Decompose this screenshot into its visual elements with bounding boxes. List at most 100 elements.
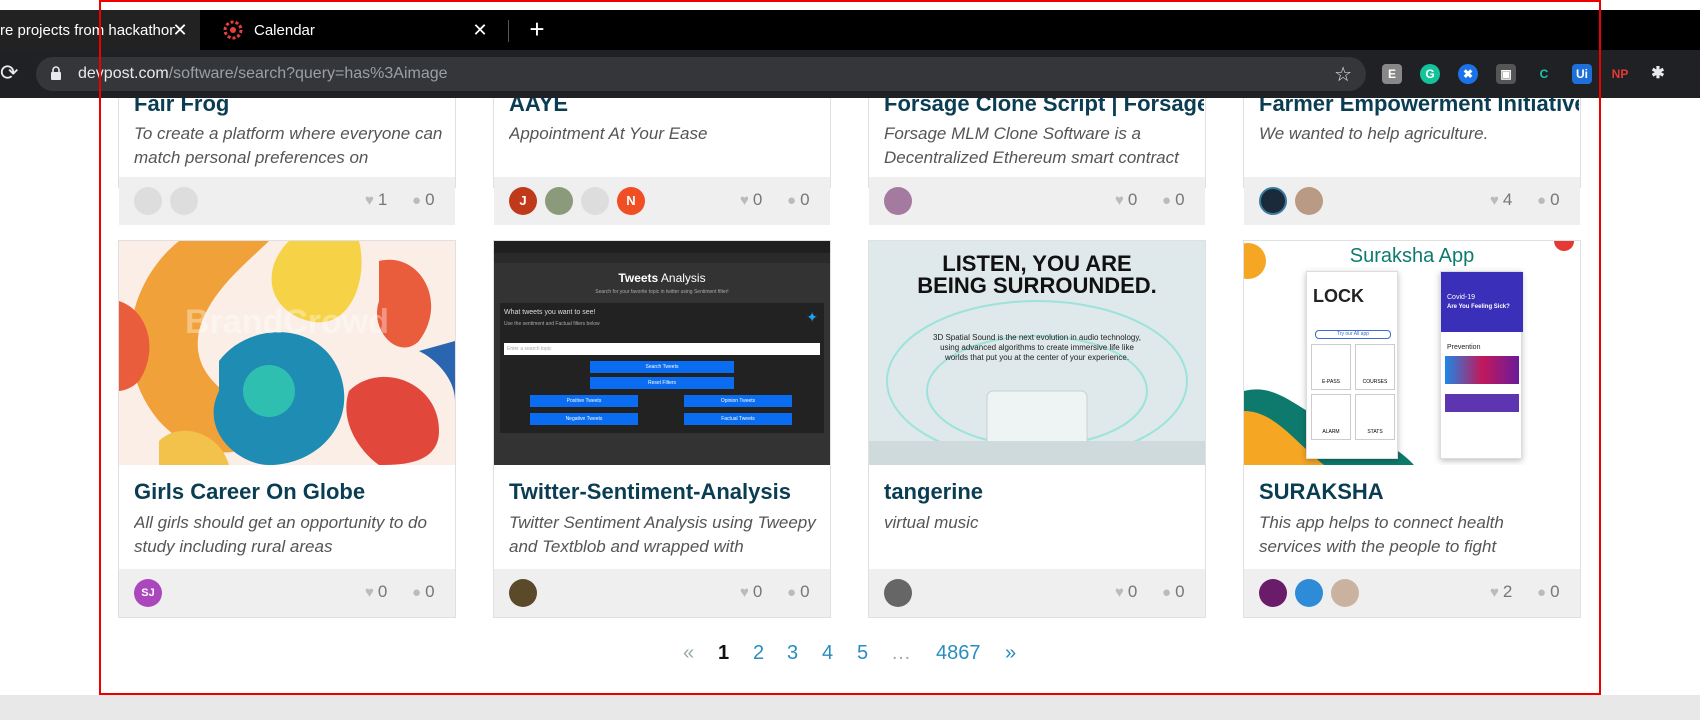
page-link-current[interactable]: 1 [718,642,729,665]
app-tile: ALARM [1311,394,1351,440]
card-description: virtual music [884,513,979,532]
card-title[interactable]: AAYE [509,98,829,117]
canvas-icon [223,20,243,40]
page-bottom-bar [0,695,1700,720]
project-card[interactable]: AAYE Appointment At Your Ease J N ♥ 0 ● 0 [493,98,831,225]
screenshot-subtitle: Search for your favorite topic in twitte… [595,289,729,295]
page-link-last[interactable]: 4867 [936,642,981,665]
likes-value: 1 [377,190,388,209]
project-card[interactable]: Forsage Clone Script | Forsage Forsage M… [868,98,1206,225]
extension-icon[interactable]: ✖ [1458,64,1478,84]
avatar[interactable]: J [509,187,537,215]
extension-icon[interactable]: C [1534,64,1554,84]
avatar[interactable] [1295,187,1323,215]
project-card[interactable]: BrandCrowd Girls Career On Globe All gir… [118,240,456,618]
page-link[interactable]: 3 [787,642,798,665]
project-thumbnail[interactable]: BrandCrowd [119,241,455,465]
avatar[interactable]: SJ [134,579,162,607]
tab-title: re projects from hackathon [0,21,175,39]
comments-value: 0 [800,582,810,601]
comments-value: 0 [1550,190,1560,209]
likes-value: 0 [1127,190,1138,209]
app-banner [1445,394,1519,412]
heart-icon: ♥ [740,583,749,601]
extensions-puzzle-icon[interactable]: ✱ [1648,64,1668,84]
avatar[interactable] [1295,579,1323,607]
project-card[interactable]: Farmer Empowerment Initiative We wanted … [1243,98,1581,225]
heart-icon: ♥ [740,191,749,209]
project-thumbnail[interactable]: LISTEN, YOU ARE BEING SURROUNDED. 3D Spa… [869,241,1205,465]
url-field[interactable]: devpost.com/software/search?query=has%3A… [36,57,1366,91]
tab-devpost[interactable]: re projects from hackathon ✕ [0,10,200,50]
new-tab-button[interactable]: + [522,10,552,50]
likes-value: 0 [1127,582,1138,601]
extension-icon[interactable]: E [1382,64,1402,84]
avatar[interactable] [545,187,573,215]
card-title[interactable]: Fair Frog [134,98,454,117]
comments-value: 0 [800,190,810,209]
pagination-ellipsis: … [891,642,911,664]
card-footer: ♥ 2 ● 0 [1244,569,1580,617]
project-card[interactable]: LISTEN, YOU ARE BEING SURROUNDED. 3D Spa… [868,240,1206,618]
comment-icon: ● [1537,191,1547,209]
avatar[interactable] [134,187,162,215]
pagination-prev[interactable]: « [683,642,694,665]
card-title[interactable]: SURAKSHA [1259,479,1579,505]
comments-count: ● 0 [412,582,435,602]
bookmark-star-icon[interactable]: ☆ [1334,62,1352,87]
comments-value: 0 [425,190,435,209]
comment-icon: ● [787,191,797,209]
pagination: « 1 2 3 4 5 … 4867 » [0,642,1700,672]
comments-value: 0 [1175,190,1185,209]
avatar[interactable]: N [617,187,645,215]
card-footer: ♥ 4 ● 0 [1244,177,1580,225]
screenshot-title-rest: Analysis [658,271,706,285]
heart-icon: ♥ [1490,191,1499,209]
avatar[interactable] [581,187,609,215]
card-description: Twitter Sentiment Analysis using Tweepy … [509,513,816,556]
close-icon[interactable]: ✕ [470,20,490,40]
card-title[interactable]: tangerine [884,479,1204,505]
heart-icon: ♥ [1115,583,1124,601]
grammarly-icon[interactable]: G [1420,64,1440,84]
avatar[interactable] [509,579,537,607]
pagination-next[interactable]: » [1005,642,1016,665]
project-card[interactable]: Suraksha App LOCK Try our All app E-PASS… [1243,240,1581,618]
avatar[interactable] [1259,579,1287,607]
likes-value: 0 [752,582,763,601]
project-thumbnail[interactable]: Tweets Analysis Search for your favorite… [494,241,830,465]
extension-icon[interactable]: ▣ [1496,64,1516,84]
likes-count: ♥ 0 [1115,582,1137,602]
heart-icon: ♥ [1490,583,1499,601]
card-title[interactable]: Forsage Clone Script | Forsage [884,98,1204,117]
page-link[interactable]: 2 [753,642,764,665]
extension-icon[interactable]: Ui [1572,64,1592,84]
screenshot-button: Reset Filters [590,377,734,389]
card-description: This app helps to connect health service… [1259,513,1504,556]
screenshot-question: What tweets you want to see! [504,309,596,316]
project-card[interactable]: Fair Frog To create a platform where eve… [118,98,456,225]
avatar[interactable] [884,579,912,607]
reload-icon[interactable]: ⟳ [0,58,18,88]
extension-icon[interactable]: NP [1610,64,1630,84]
avatar[interactable] [884,187,912,215]
card-description: We wanted to help agriculture. [1259,124,1489,143]
tab-calendar[interactable]: Calendar ✕ [210,10,500,50]
project-thumbnail[interactable]: Suraksha App LOCK Try our All app E-PASS… [1244,241,1580,465]
avatar[interactable] [1331,579,1359,607]
card-title[interactable]: Twitter-Sentiment-Analysis [509,479,829,505]
card-title[interactable]: Girls Career On Globe [134,479,454,505]
app-title: Suraksha App [1349,245,1475,267]
close-icon[interactable]: ✕ [170,20,190,40]
ad-body: 3D Spatial Sound is the next evolution i… [933,333,1141,362]
card-title[interactable]: Farmer Empowerment Initiative [1259,98,1579,117]
avatar[interactable] [170,187,198,215]
screenshot-search-input: Enter a search topic [504,343,820,355]
project-card[interactable]: Tweets Analysis Search for your favorite… [493,240,831,618]
covid-label: Covid-19 [1447,294,1476,301]
screenshot-button: Factual Tweets [684,413,792,425]
avatar[interactable] [1259,187,1287,215]
page-link[interactable]: 5 [857,642,868,665]
comments-value: 0 [1550,582,1560,601]
page-link[interactable]: 4 [822,642,833,665]
